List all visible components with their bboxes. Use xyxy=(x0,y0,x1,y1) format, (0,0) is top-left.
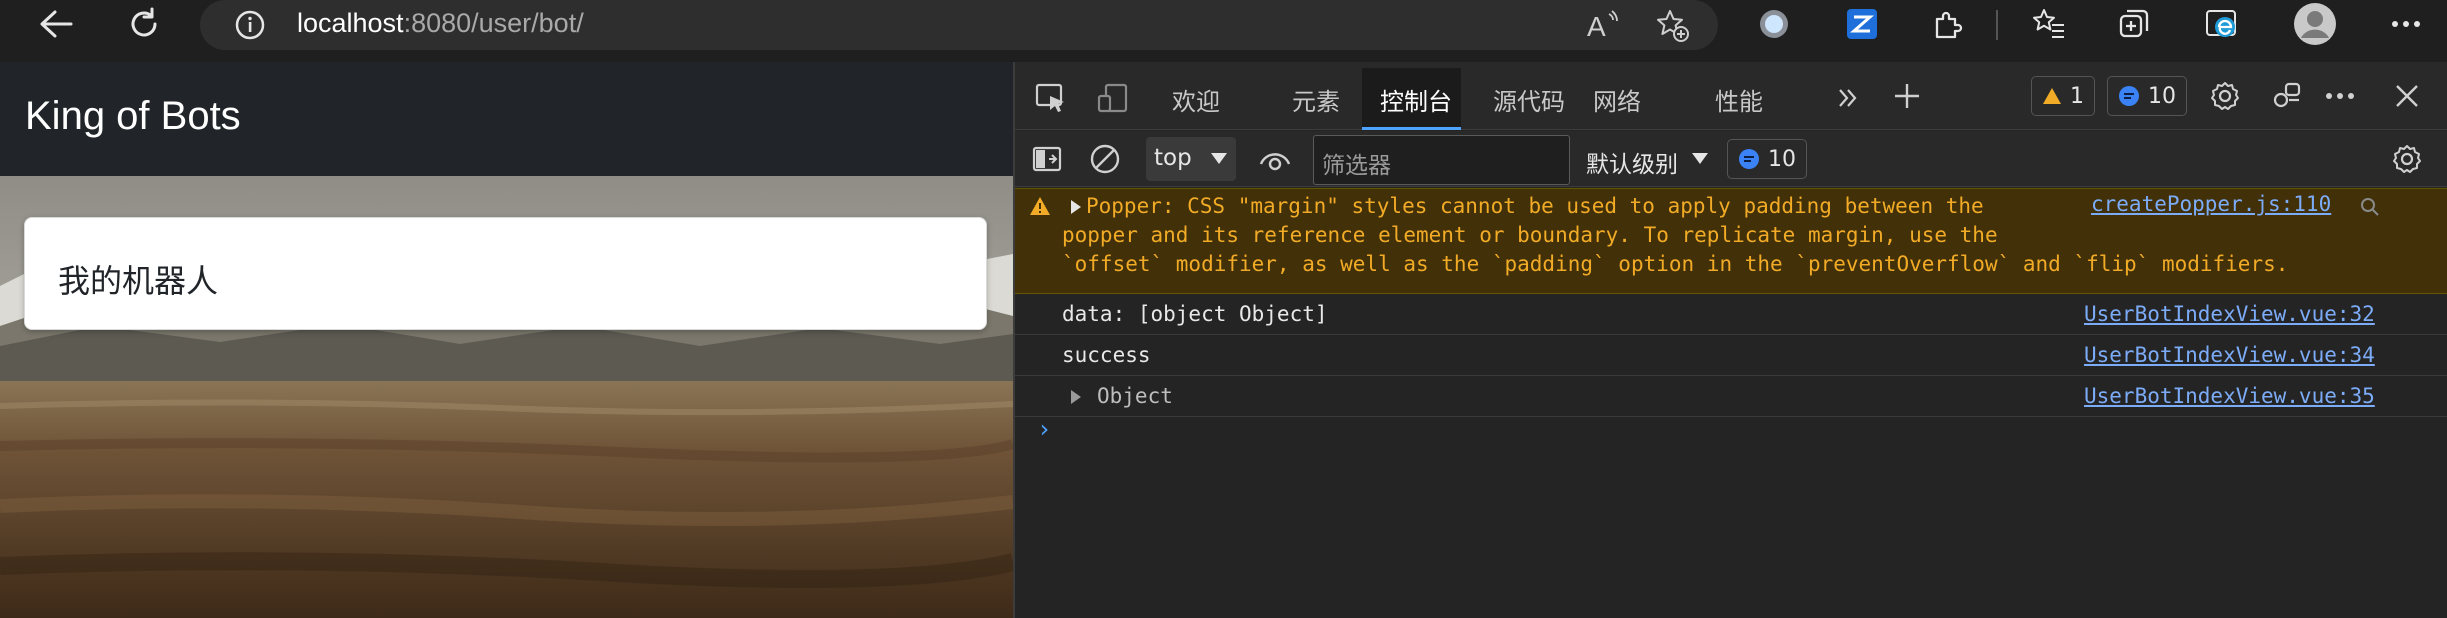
edge-icon[interactable] xyxy=(2200,0,2244,48)
navbar-brand[interactable]: King of Bots xyxy=(25,94,241,139)
inspect-element-icon[interactable] xyxy=(1029,78,1073,118)
log-level-value: 默认级别 xyxy=(1586,152,1678,178)
console-log-row: data: [object Object] UserBotIndexView.v… xyxy=(1015,294,2447,335)
address-bar[interactable]: localhost:8080/user/bot/ A xyxy=(200,0,1718,50)
close-devtools-icon[interactable] xyxy=(2387,76,2427,116)
url-text[interactable]: localhost:8080/user/bot/ xyxy=(297,8,584,39)
chevron-down-icon xyxy=(1211,153,1227,164)
log-text: data: [object Object] xyxy=(1062,302,1328,326)
devtools-more-icon[interactable] xyxy=(2315,76,2365,116)
console-prompt-icon[interactable]: › xyxy=(1037,415,1051,443)
expand-triangle-icon[interactable] xyxy=(1069,389,1083,405)
tab-sources[interactable]: 源代码 xyxy=(1493,82,1565,117)
log-text: success xyxy=(1062,343,1151,367)
device-emulation-icon[interactable] xyxy=(1091,78,1135,118)
tab-network[interactable]: 网络 xyxy=(1593,82,1641,117)
add-favorite-icon[interactable] xyxy=(1650,0,1694,50)
url-path: :8080/user/bot/ xyxy=(403,8,584,38)
settings-gear-icon[interactable] xyxy=(2205,76,2245,116)
back-arrow-icon[interactable] xyxy=(30,0,82,48)
filter-placeholder: 筛选器 xyxy=(1322,153,1391,179)
messages-count: 10 xyxy=(2148,83,2176,109)
warnings-count: 1 xyxy=(2070,83,2084,109)
context-selector[interactable]: top xyxy=(1146,137,1236,181)
warning-line-1: Popper: CSS "margin" styles cannot be us… xyxy=(1086,194,1984,218)
clear-console-icon[interactable] xyxy=(1085,139,1125,179)
filter-messages-badge[interactable]: 10 xyxy=(1727,139,1807,179)
sidebar-toggle-icon[interactable] xyxy=(1027,139,1067,179)
more-tabs-icon[interactable] xyxy=(1830,78,1866,118)
message-icon xyxy=(2119,86,2139,106)
bots-card: 我的机器人 xyxy=(24,217,987,330)
console-settings-gear-icon[interactable] xyxy=(2387,139,2427,179)
tab-welcome[interactable]: 欢迎 xyxy=(1172,82,1220,117)
source-link[interactable]: createPopper.js:110 xyxy=(2091,192,2331,216)
context-value: top xyxy=(1154,145,1192,171)
tab-elements[interactable]: 元素 xyxy=(1292,82,1340,117)
console-warning-message: Popper: CSS "margin" styles cannot be us… xyxy=(1015,188,2447,294)
read-aloud-icon[interactable]: A xyxy=(1580,0,1624,50)
connected-devices-icon[interactable] xyxy=(2267,76,2307,116)
devtools-tab-bar: 欢迎 元素 控制台 源代码 网络 性能 1 10 xyxy=(1015,62,2447,130)
search-icon[interactable] xyxy=(2359,196,2381,218)
messages-badge[interactable]: 10 xyxy=(2107,76,2187,116)
extension-z-icon[interactable] xyxy=(1840,0,1884,48)
navbar: King of Bots xyxy=(0,62,1013,176)
console-output: Popper: CSS "margin" styles cannot be us… xyxy=(1015,188,2447,618)
svg-text:A: A xyxy=(1587,11,1606,42)
browser-toolbar: localhost:8080/user/bot/ A xyxy=(0,0,2447,62)
filter-messages-count: 10 xyxy=(1768,146,1796,172)
console-toolbar: top 筛选器 默认级别 10 xyxy=(1015,131,2447,187)
favorites-icon[interactable] xyxy=(2026,0,2070,48)
extensions-puzzle-icon[interactable] xyxy=(1926,0,1970,48)
card-title: 我的机器人 xyxy=(58,262,219,300)
devtools-panel: 欢迎 元素 控制台 源代码 网络 性能 1 10 top 筛选器 默认级别 10… xyxy=(1015,62,2447,618)
console-log-row: success UserBotIndexView.vue:34 xyxy=(1015,335,2447,376)
source-link[interactable]: UserBotIndexView.vue:32 xyxy=(2084,302,2375,326)
log-level-selector[interactable]: 默认级别 xyxy=(1573,137,1713,181)
warning-line-2: popper and its reference element or boun… xyxy=(1062,223,1998,247)
console-filter-input[interactable]: 筛选器 xyxy=(1313,135,1570,185)
extension-circle-icon[interactable] xyxy=(1752,0,1796,48)
warning-line-3: `offset` modifier, as well as the `paddi… xyxy=(1062,252,2289,276)
message-icon xyxy=(1739,149,1759,169)
page-viewport: King of Bots 我的机器人 xyxy=(0,62,1013,618)
console-log-row: Object UserBotIndexView.vue:35 xyxy=(1015,376,2447,417)
add-tab-icon[interactable] xyxy=(1887,76,1927,116)
warnings-badge[interactable]: 1 xyxy=(2031,76,2095,116)
more-icon[interactable] xyxy=(2384,0,2428,48)
warning-icon xyxy=(2043,88,2061,104)
url-host: localhost xyxy=(297,8,404,38)
refresh-icon[interactable] xyxy=(118,0,170,48)
warning-text: Popper: CSS "margin" styles cannot be us… xyxy=(1062,192,2288,279)
tab-console[interactable]: 控制台 xyxy=(1380,82,1452,117)
tab-performance[interactable]: 性能 xyxy=(1715,82,1763,117)
toolbar-divider xyxy=(1996,10,1998,40)
collections-icon[interactable] xyxy=(2112,0,2156,48)
live-expression-eye-icon[interactable] xyxy=(1253,139,1297,179)
profile-avatar-icon[interactable] xyxy=(2290,0,2340,48)
source-link[interactable]: UserBotIndexView.vue:35 xyxy=(2084,384,2375,408)
warning-icon xyxy=(1030,197,1050,215)
info-icon[interactable] xyxy=(228,0,272,50)
source-link[interactable]: UserBotIndexView.vue:34 xyxy=(2084,343,2375,367)
chevron-down-icon xyxy=(1692,153,1708,164)
object-preview[interactable]: Object xyxy=(1097,384,1173,408)
